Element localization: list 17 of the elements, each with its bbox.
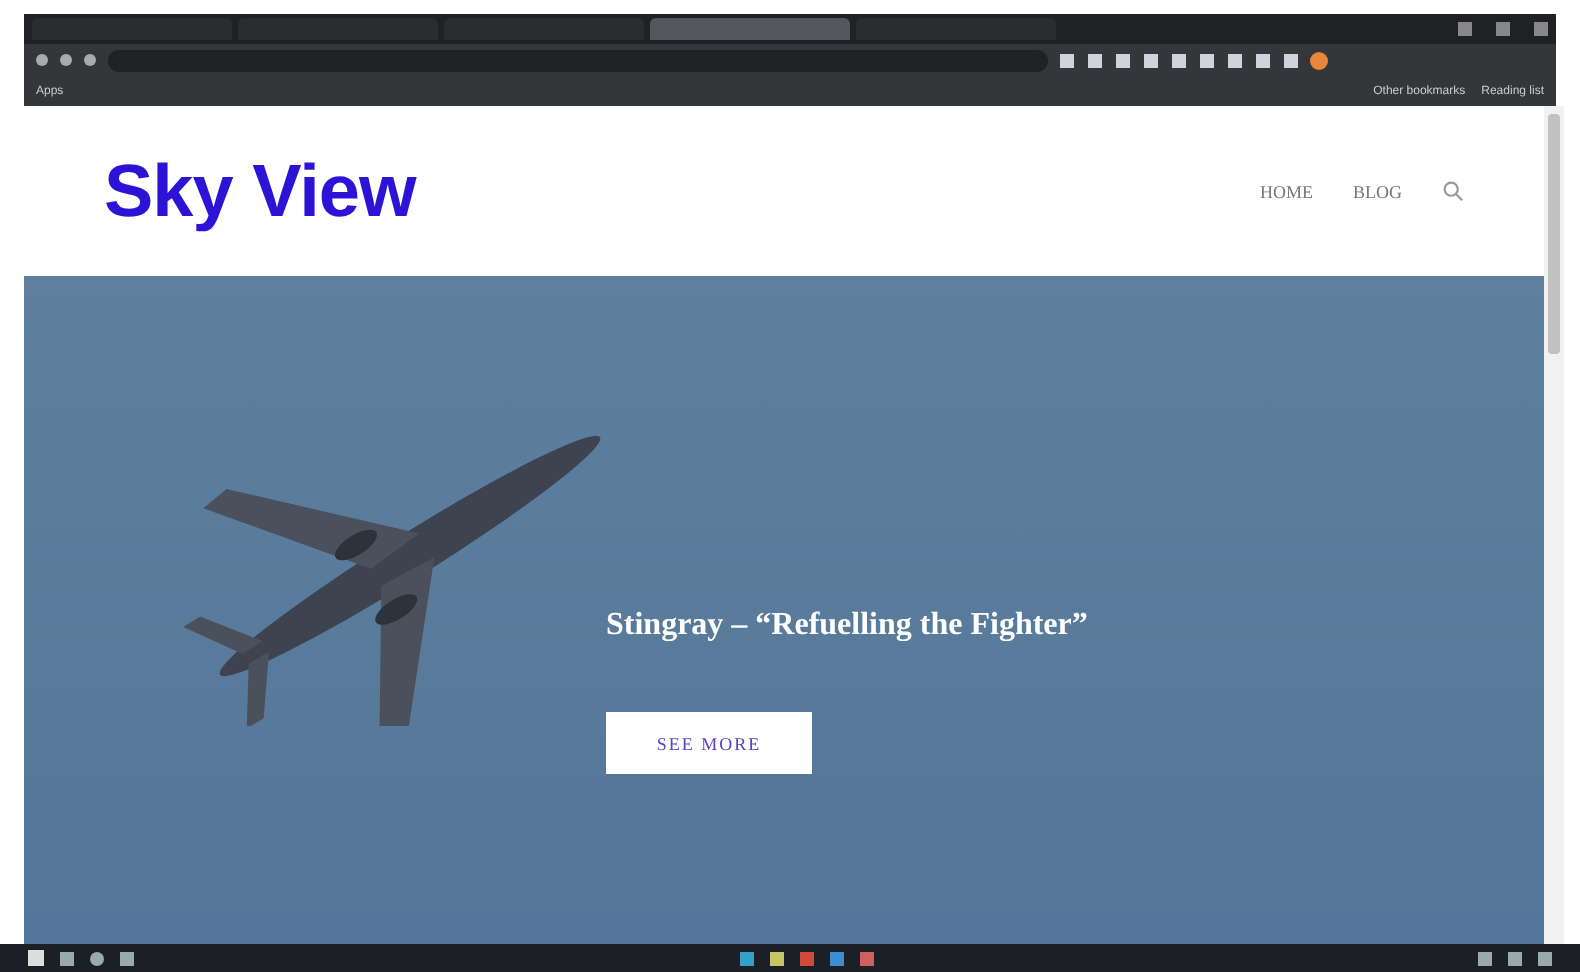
app-icon[interactable]: [829, 951, 843, 965]
nav-link[interactable]: BLOG: [1353, 181, 1402, 201]
circle-icon[interactable]: [90, 951, 104, 965]
windows-start-icon[interactable]: [28, 950, 44, 966]
forward-icon[interactable]: [60, 54, 72, 66]
app-icon[interactable]: [769, 951, 783, 965]
reload-icon[interactable]: [84, 54, 96, 66]
nav-link[interactable]: HOME: [1260, 181, 1313, 201]
scrollbar-thumb[interactable]: [1548, 114, 1560, 354]
app-icon[interactable]: [739, 951, 753, 965]
app-icon[interactable]: [859, 951, 873, 965]
app-icon[interactable]: [799, 951, 813, 965]
profile-avatar-icon[interactable]: [1310, 51, 1328, 69]
site-logo[interactable]: Sky View: [104, 149, 1260, 233]
see-more-button[interactable]: SEE MORE: [606, 712, 812, 774]
back-icon[interactable]: [36, 54, 48, 66]
hero-title: Stingray – “Refuelling the Fighter”: [606, 608, 1088, 644]
